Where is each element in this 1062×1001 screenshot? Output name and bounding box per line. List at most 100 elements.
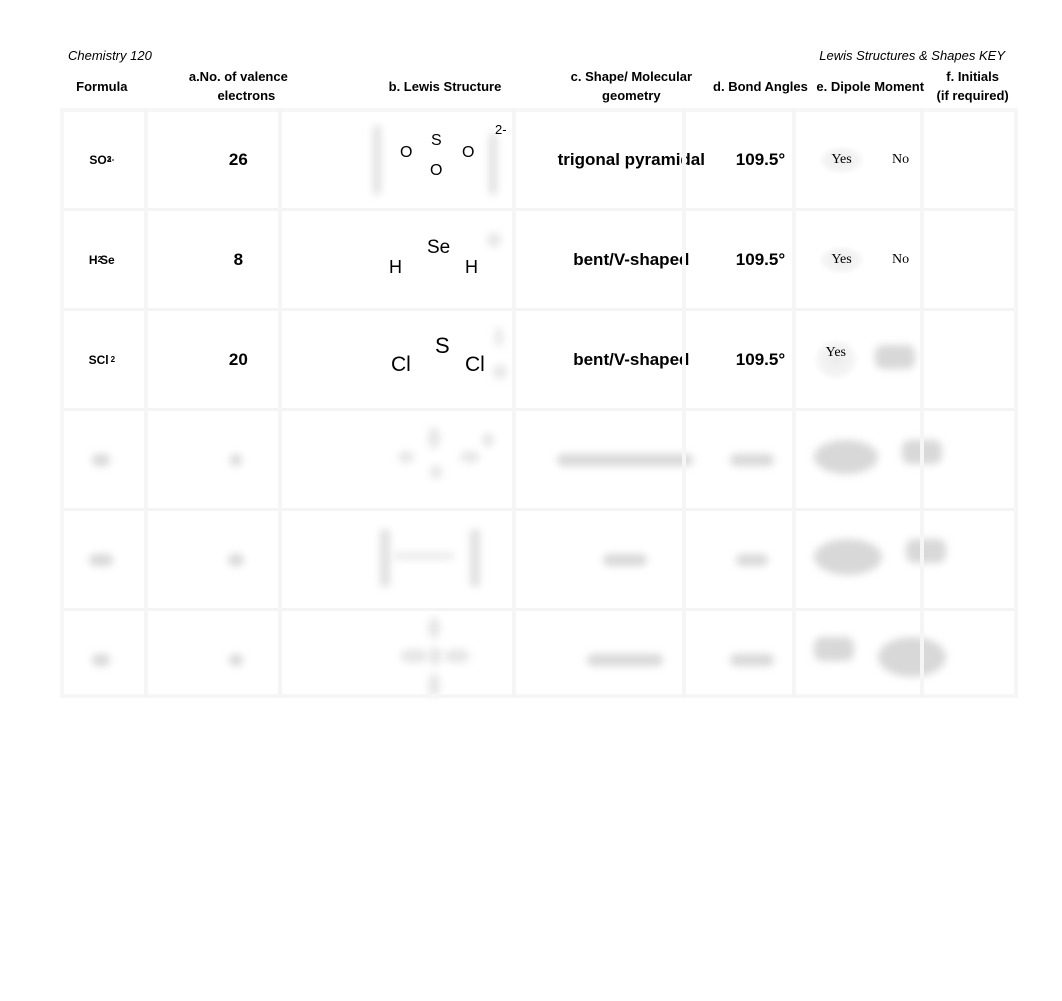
dipole-yes-option[interactable]: Yes: [819, 245, 864, 274]
blurred-text: [730, 453, 775, 466]
right-bracket: [488, 132, 497, 195]
table-row: SCl 2 20 S Cl Cl bent/V-shaped 109.5° Yes: [64, 308, 1016, 408]
right-bracket: [470, 528, 481, 587]
column-divider: [682, 108, 686, 698]
header-lewis: b. Lewis Structure: [388, 78, 502, 94]
dipole-cell: Yes No: [811, 211, 929, 308]
formula-cell: [64, 411, 139, 508]
dipole-cell: [802, 511, 947, 608]
dipole-cell: [802, 611, 947, 708]
blurred-text: [730, 653, 775, 666]
dipole-no-option[interactable]: No: [880, 146, 921, 174]
blurred-bond: [394, 552, 455, 559]
table-row-blurred: [64, 408, 1016, 508]
bond-angle-cell: [702, 411, 802, 508]
shape-cell: [547, 411, 702, 508]
header-dipole: e. Dipole Moment: [816, 78, 925, 94]
blurred-atom: [444, 648, 471, 663]
dipole-yes-option[interactable]: [802, 434, 890, 485]
formula-cell: [64, 611, 139, 708]
left-bracket: [372, 124, 381, 195]
header-formula: Formula: [76, 78, 128, 94]
lewis-structure-scl2: S Cl Cl: [365, 315, 525, 405]
valence-cell: [139, 511, 334, 608]
ligand-atom: H: [464, 256, 478, 277]
course-label: Chemistry 120: [68, 48, 152, 63]
document-title: Lewis Structures & Shapes KEY: [819, 48, 1005, 63]
blurred-text: [92, 453, 111, 466]
valence-cell: 8: [233, 249, 244, 269]
dipole-yes-option[interactable]: Yes: [813, 339, 858, 380]
shape-cell: trigonal pyramidal: [557, 149, 705, 169]
lewis-structure-blurred: [360, 415, 520, 505]
lewis-structure-so3: S O O O 2-: [365, 115, 525, 205]
initials-cell[interactable]: [929, 211, 1016, 308]
blurred-text: [874, 345, 915, 369]
blurred-atom: [428, 426, 441, 449]
blurred-text: [736, 553, 769, 566]
header-valence: a.No. of valence electrons: [140, 64, 337, 108]
blurred-text: [89, 553, 114, 566]
ion-charge: 2-: [494, 121, 507, 137]
blurred-atom: [398, 450, 415, 463]
header-initials-line1: f. Initials: [946, 69, 999, 84]
blurred-text: [602, 553, 647, 566]
dipole-yes-option[interactable]: [802, 533, 894, 586]
dipole-cell: Yes: [811, 311, 929, 408]
initials-cell[interactable]: [929, 311, 1016, 408]
dipole-cell: Yes No: [811, 111, 929, 208]
central-atom: S: [434, 332, 450, 358]
valence-cell: 20: [228, 349, 248, 369]
lewis-structure-blurred: [360, 615, 520, 705]
column-divider: [278, 108, 282, 698]
dipole-no-option[interactable]: No: [880, 246, 921, 274]
header-valence-line2: electrons: [217, 88, 276, 103]
dipole-cell: [802, 411, 943, 508]
formula-cell: H 2 Se: [88, 252, 115, 267]
ligand-atom: O: [399, 143, 413, 161]
bond-angle-cell: [702, 511, 802, 608]
lewis-structure-h2se: Se H H: [365, 215, 525, 305]
ligand-atom: Cl: [464, 352, 485, 376]
lone-pair: [486, 232, 501, 247]
blurred-text: [229, 653, 244, 666]
blurred-text: [556, 453, 693, 466]
column-divider: [512, 108, 516, 698]
header-valence-line1: a.No. of valence: [188, 69, 288, 84]
blurred-atom: [482, 432, 495, 447]
blurred-atom: [400, 648, 429, 663]
lewis-structure-cell: S Cl Cl: [337, 311, 553, 408]
ligand-atom: Cl: [390, 352, 411, 376]
header-bond-angles: d. Bond Angles: [713, 78, 808, 94]
header-shape: c. Shape/ Molecular geometry: [553, 64, 710, 108]
central-atom: S: [430, 131, 442, 149]
initials-cell[interactable]: [930, 611, 1016, 708]
blurred-text: [586, 653, 663, 666]
ligand-atom: O: [461, 143, 475, 161]
blurred-atom: [428, 616, 441, 639]
blurred-text: [814, 637, 855, 661]
dipole-yes-option[interactable]: Yes: [819, 145, 864, 174]
initials-cell[interactable]: [929, 111, 1016, 208]
initials-cell[interactable]: [930, 411, 1016, 508]
blurred-text: [814, 539, 883, 575]
table-row: SO 3 2- 26 S O O O 2- trigonal pyramidal 1…: [64, 108, 1016, 208]
blurred-atom: [460, 450, 481, 463]
central-atom: Se: [426, 236, 451, 258]
ligand-atom: H: [388, 256, 402, 277]
column-divider: [920, 108, 924, 698]
blurred-atom: [428, 646, 443, 665]
valence-cell: 26: [228, 149, 248, 169]
formula-cell: SCl 2: [88, 352, 116, 367]
table-header-row: Formula a.No. of valence electrons b. Le…: [64, 64, 1016, 108]
table-row-blurred: [64, 608, 1016, 708]
dipole-yes-option[interactable]: [802, 631, 866, 688]
dipole-no-option[interactable]: [863, 339, 927, 380]
shape-cell: bent/V-shaped: [573, 249, 690, 269]
blurred-text: [230, 453, 243, 466]
lewis-structures-table: Formula a.No. of valence electrons b. Le…: [64, 64, 1016, 708]
shape-cell: [547, 511, 702, 608]
initials-cell[interactable]: [930, 511, 1016, 608]
header-initials: f. Initials (if required): [929, 64, 1016, 108]
blurred-text: [814, 440, 879, 474]
